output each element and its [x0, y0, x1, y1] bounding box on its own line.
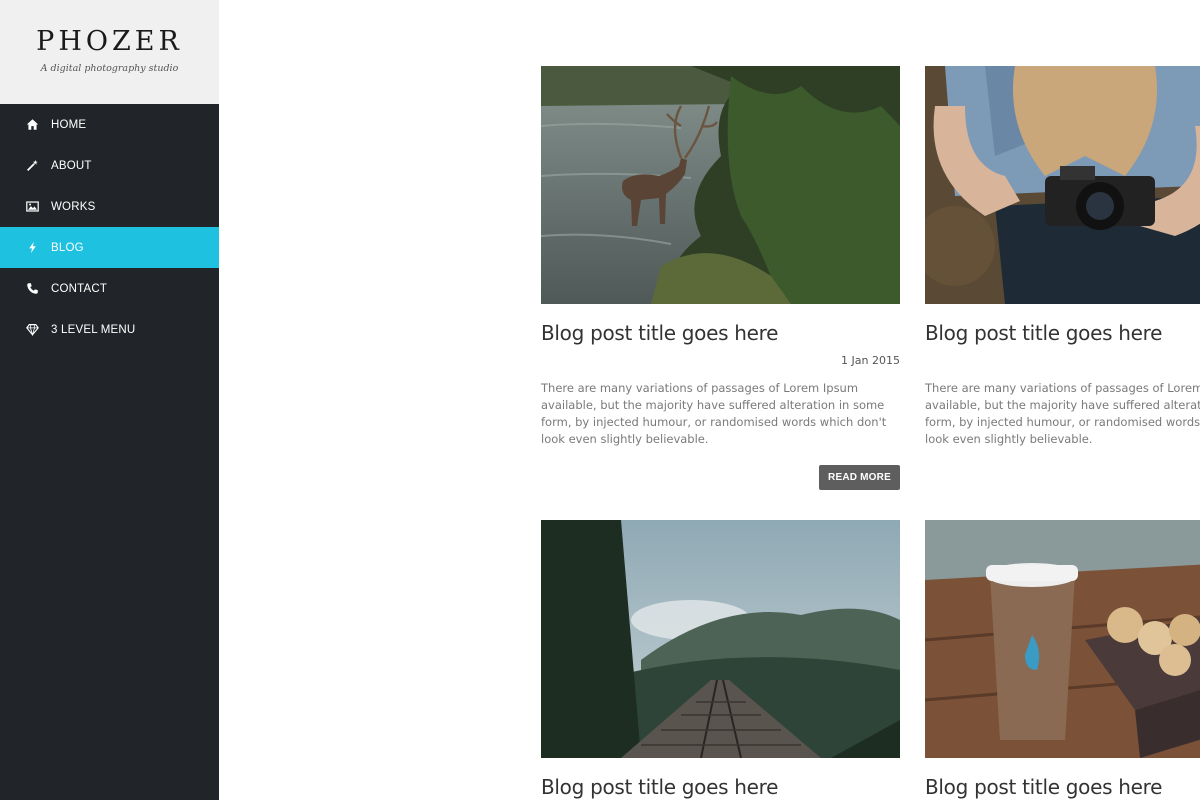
blog-post-clip: Blog post title goes here	[925, 520, 1200, 800]
phone-icon	[25, 282, 39, 296]
brand-header: PHOZER A digital photography studio	[0, 0, 219, 104]
image-icon	[25, 200, 39, 214]
diamond-icon	[25, 323, 39, 337]
post-date: 1 Jan 2015	[841, 354, 900, 367]
read-more-button[interactable]: READ MORE	[819, 465, 900, 490]
blog-post-card: Blog post title goes here	[541, 520, 900, 799]
nav-item-label: ABOUT	[51, 159, 92, 172]
blog-post-clip: Blog post title goes here There are many…	[925, 66, 1200, 466]
nav-item-label: CONTACT	[51, 282, 108, 295]
magic-wand-icon	[25, 159, 39, 173]
nav-item-label: WORKS	[51, 200, 96, 213]
main-nav: HOME ABOUT WORKS BLOG CONTACT 3 LEVEL ME…	[0, 104, 219, 350]
post-title[interactable]: Blog post title goes here	[541, 321, 900, 345]
post-image-deer[interactable]	[541, 66, 900, 304]
nav-item-home[interactable]: HOME	[0, 104, 219, 145]
brand-logo-title[interactable]: PHOZER	[0, 26, 219, 57]
blog-post-card: Blog post title goes here	[925, 520, 1200, 799]
post-title[interactable]: Blog post title goes here	[541, 775, 900, 799]
nav-item-label: HOME	[51, 118, 87, 131]
post-title[interactable]: Blog post title goes here	[925, 321, 1200, 345]
post-image-railway[interactable]	[541, 520, 900, 758]
nav-item-contact[interactable]: CONTACT	[0, 268, 219, 309]
bolt-icon	[25, 241, 39, 255]
post-image-coffee[interactable]	[925, 520, 1200, 758]
sidebar: PHOZER A digital photography studio HOME…	[0, 0, 219, 800]
nav-item-label: BLOG	[51, 241, 84, 254]
post-date	[925, 354, 1200, 368]
brand-tagline: A digital photography studio	[40, 63, 179, 74]
nav-item-about[interactable]: ABOUT	[0, 145, 219, 186]
post-image-camera[interactable]	[925, 66, 1200, 304]
nav-item-works[interactable]: WORKS	[0, 186, 219, 227]
post-title[interactable]: Blog post title goes here	[925, 775, 1200, 799]
home-icon	[25, 118, 39, 132]
nav-item-3-level-menu[interactable]: 3 LEVEL MENU	[0, 309, 219, 350]
post-excerpt: There are many variations of passages of…	[925, 381, 1200, 446]
nav-item-label: 3 LEVEL MENU	[51, 323, 136, 336]
post-excerpt: There are many variations of passages of…	[541, 381, 887, 446]
nav-item-blog[interactable]: BLOG	[0, 227, 219, 268]
blog-post-card: Blog post title goes here 1 Jan 2015 The…	[541, 66, 900, 490]
blog-post-card: Blog post title goes here There are many…	[925, 66, 1200, 448]
